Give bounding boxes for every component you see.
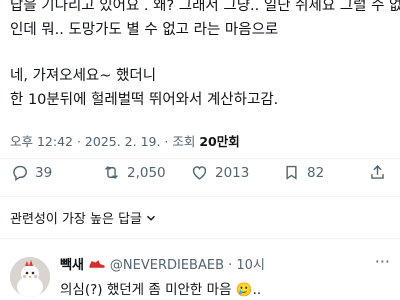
- bookmark-icon: [286, 165, 297, 180]
- heart-icon: [192, 166, 207, 180]
- reply-item[interactable]: 빽새 @NEVERDIEBAEB · 10시 ··· 의심(?) 했던게 좀 미…: [0, 250, 400, 300]
- tweet-meta: 오후 12:42 · 2025. 2. 19. · 조회 20만회: [10, 131, 240, 150]
- reply-body: 의심(?) 했던게 좀 미안한 마음: [60, 282, 232, 298]
- more-options-icon[interactable]: ···: [375, 252, 390, 271]
- retweet-icon: [105, 165, 118, 180]
- reply-suffix: ..: [252, 282, 262, 298]
- bookmark-button[interactable]: 82: [282, 163, 324, 182]
- chevron-down-icon: [147, 215, 155, 221]
- tweet-line: 인데 뭐.. 도망가도 별 수 없고 라는 마음으로: [10, 22, 279, 38]
- view-count[interactable]: 20만회: [199, 134, 239, 149]
- retweet-count: 2,050: [127, 164, 166, 181]
- reply-handle-time[interactable]: @NEVERDIEBAEB · 10시: [110, 254, 265, 273]
- smiling-tear-emoji-icon: 🥲: [235, 282, 253, 298]
- reply-text: 의심(?) 했던게 좀 미안한 마음 🥲..: [60, 278, 261, 298]
- tweet-actions: 39 2,050 2013 82: [0, 163, 400, 191]
- sort-label: 관련성이 가장 높은 답글: [10, 212, 142, 227]
- divider: [0, 158, 400, 159]
- tweet-line: 답을 기다리고 있어요 . 왜? 그래서 그냥.. 일단 쉬세요 그럴 수 없: [10, 0, 400, 14]
- like-button[interactable]: 2013: [190, 163, 249, 182]
- reply-sort-selector[interactable]: 관련성이 가장 높은 답글: [10, 208, 158, 227]
- tweet-line: 네, 가져오세요~ 했더니: [10, 68, 157, 84]
- reply-header: 빽새 @NEVERDIEBAEB · 10시: [60, 254, 265, 273]
- bookmark-count: 82: [307, 164, 325, 181]
- divider: [0, 238, 400, 239]
- reply-button[interactable]: 39: [10, 163, 52, 182]
- tweet-text: 답을 기다리고 있어요 . 왜? 그래서 그냥.. 일단 쉬세요 그럴 수 없 …: [10, 0, 400, 112]
- reply-icon: [13, 165, 27, 182]
- share-icon: [371, 165, 384, 179]
- divider: [0, 196, 400, 197]
- avatar[interactable]: [10, 257, 50, 297]
- chick-avatar-icon: [10, 257, 50, 297]
- retweet-button[interactable]: 2,050: [102, 163, 166, 182]
- tweet-timestamp: 오후 12:42 · 2025. 2. 19. · 조회: [10, 134, 200, 149]
- tweet-line: 한 10분뒤에 헐레벌떡 뛰어와서 계산하고감.: [10, 92, 279, 108]
- sneaker-icon: [89, 259, 105, 269]
- share-button[interactable]: [368, 163, 387, 182]
- reply-count: 39: [35, 164, 53, 181]
- like-count: 2013: [215, 164, 250, 181]
- reply-author-name[interactable]: 빽새: [60, 254, 84, 273]
